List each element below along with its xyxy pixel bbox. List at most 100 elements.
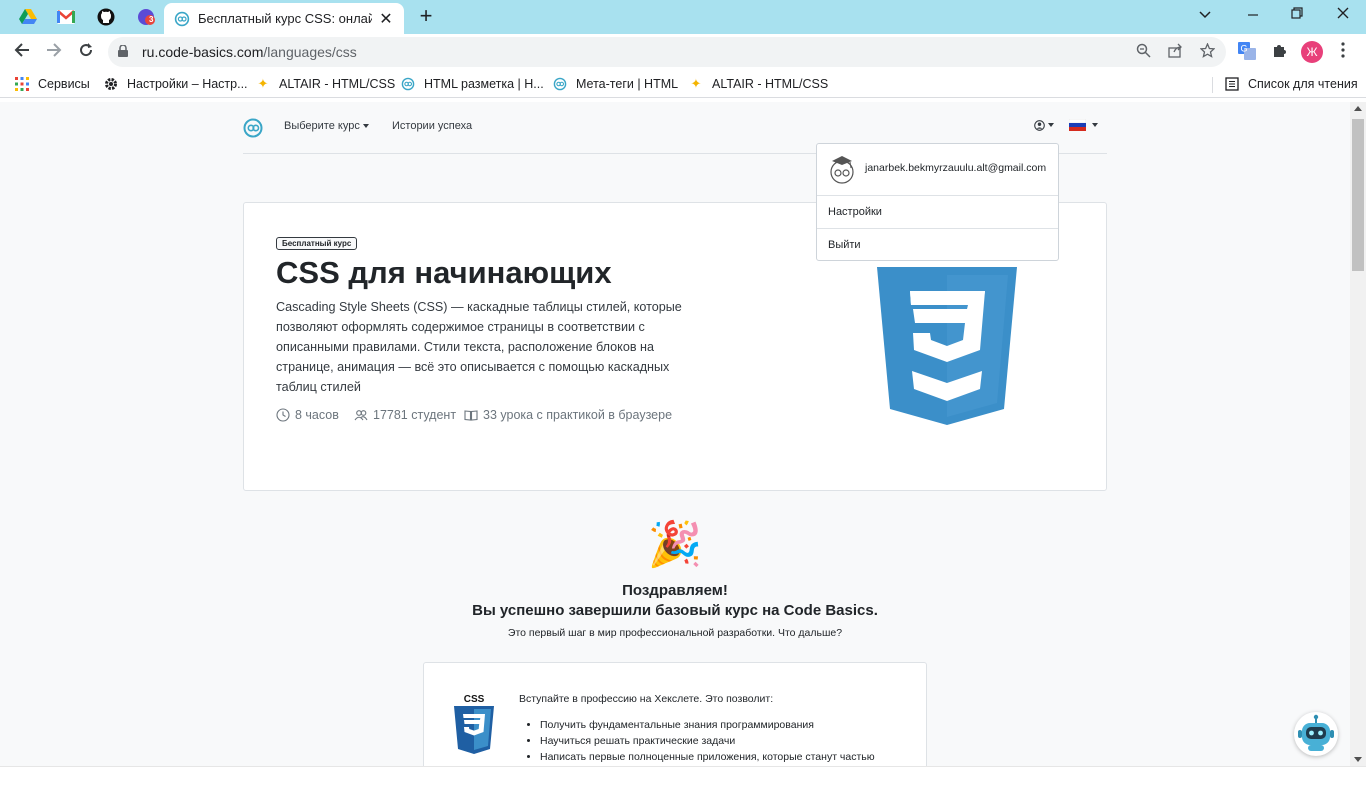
free-course-badge: Бесплатный курс xyxy=(276,237,358,250)
clock-icon xyxy=(276,408,290,422)
account-user-row: janarbek.bekmyrzauulu.alt@gmail.com xyxy=(817,144,1058,196)
course-lessons: 33 урока с практикой в браузере xyxy=(464,408,672,422)
browser-menu-icon[interactable] xyxy=(1332,42,1354,64)
congrats-title: Поздравляем! xyxy=(622,582,728,599)
book-icon xyxy=(464,408,478,422)
cta-intro-text: Вступайте в профессию на Хекслете. Это п… xyxy=(519,693,774,705)
gmail-icon xyxy=(57,10,75,24)
pinned-tab-gmail[interactable] xyxy=(52,5,80,29)
scrollbar-thumb[interactable] xyxy=(1352,119,1364,271)
bookmark-label: ALTAIR - HTML/CSS xyxy=(279,77,396,91)
list-item: Написать первые полноценные приложения, … xyxy=(540,751,875,766)
bookmark-label: Сервисы xyxy=(38,77,90,91)
lock-icon xyxy=(118,45,128,57)
reading-list-label: Список для чтения xyxy=(1248,77,1358,91)
tab-strip: 3 Бесплатный курс CSS: онлайн обучение ✕… xyxy=(0,0,1366,34)
url-text: ru.code-basics.com/languages/css xyxy=(142,44,357,60)
active-tab[interactable]: Бесплатный курс CSS: онлайн обучение ✕ xyxy=(164,3,404,34)
google-translate-icon[interactable]: G xyxy=(1236,42,1258,64)
user-circle-icon xyxy=(1034,119,1045,131)
minimize-icon[interactable] xyxy=(1238,4,1268,26)
choose-course-dropdown[interactable]: Выберите курс xyxy=(284,120,369,132)
notification-count: 3 xyxy=(149,15,154,24)
apps-grid-icon xyxy=(14,76,30,92)
sparkle-icon: ✦ xyxy=(257,76,269,91)
page-viewport: Выберите курс Истории успеха Бесплатный … xyxy=(0,102,1350,766)
bookmark-services[interactable]: Сервисы xyxy=(14,75,90,93)
google-drive-icon xyxy=(19,9,37,24)
hexlet-cta-card: CSS Вступайте в профессию на Хекслете. Э… xyxy=(423,662,927,766)
russian-flag-icon xyxy=(1068,118,1087,132)
cta-benefits-list: Получить фундаментальные знания программ… xyxy=(540,719,875,766)
congrats-subtitle: Вы успешно завершили базовый курс на Cod… xyxy=(472,602,878,619)
user-avatar-icon xyxy=(830,156,854,184)
congrats-note: Это первый шаг в мир профессиональной ра… xyxy=(507,627,843,639)
menu-item-settings[interactable]: Настройки xyxy=(817,196,1058,229)
bookmarks-divider xyxy=(1212,77,1213,93)
css3-logo-icon xyxy=(877,267,1017,425)
bookmark-altair-1[interactable]: ✦ ALTAIR - HTML/CSS xyxy=(255,75,396,93)
chat-bot-button[interactable] xyxy=(1294,712,1338,756)
tab-search-icon[interactable] xyxy=(1190,4,1220,26)
course-description: Cascading Style Sheets (CSS) — каскадные… xyxy=(276,300,682,394)
chevron-down-icon xyxy=(362,124,369,129)
gear-icon xyxy=(103,76,119,92)
duration-text: 8 часов xyxy=(295,408,339,422)
code-basics-favicon-icon xyxy=(174,11,190,26)
cta-logo-text: CSS xyxy=(464,694,485,705)
language-switcher[interactable] xyxy=(1068,118,1098,132)
url-host: ru.code-basics.com xyxy=(142,44,264,60)
url-path: /languages/css xyxy=(263,44,357,60)
code-basics-icon xyxy=(400,76,416,92)
account-email: janarbek.bekmyrzauulu.alt@gmail.com xyxy=(865,162,1047,174)
code-basics-icon xyxy=(552,76,568,92)
menu-item-logout[interactable]: Выйти xyxy=(817,229,1058,262)
bookmark-label: Настройки – Настр... xyxy=(127,77,248,91)
zoom-icon[interactable] xyxy=(1134,43,1152,61)
chevron-down-icon xyxy=(1092,123,1098,128)
pinned-tab-extension[interactable]: 3 xyxy=(132,5,160,29)
success-stories-link[interactable]: Истории успеха xyxy=(392,120,472,132)
bookmark-meta-tags[interactable]: Мета-теги | HTML xyxy=(552,75,678,93)
course-students: 17781 студент xyxy=(354,408,456,422)
sparkle-icon: ✦ xyxy=(690,76,702,91)
bookmark-html-markup[interactable]: HTML разметка | Н... xyxy=(400,75,544,93)
extensions-puzzle-icon[interactable] xyxy=(1269,42,1291,64)
css3-badge-icon: CSS xyxy=(454,694,494,754)
new-tab-button[interactable]: + xyxy=(414,5,438,28)
scroll-up-icon[interactable] xyxy=(1354,106,1362,111)
browser-toolbar: ru.code-basics.com/languages/css G Ж xyxy=(0,34,1366,70)
course-duration: 8 часов xyxy=(276,408,339,422)
bookmark-star-icon[interactable] xyxy=(1198,42,1216,61)
back-icon[interactable] xyxy=(9,40,35,64)
account-menu-toggle[interactable] xyxy=(1034,119,1054,131)
share-icon[interactable] xyxy=(1166,43,1184,61)
github-icon xyxy=(97,8,115,26)
pinned-tab-google-drive[interactable] xyxy=(14,5,42,29)
close-window-icon[interactable] xyxy=(1328,4,1358,26)
restore-icon[interactable] xyxy=(1282,4,1312,26)
code-basics-logo-icon[interactable] xyxy=(243,118,263,138)
address-bar[interactable]: ru.code-basics.com/languages/css xyxy=(108,37,1226,67)
reload-icon[interactable] xyxy=(73,40,99,64)
students-text: 17781 студент xyxy=(373,408,457,422)
page-scrollbar[interactable] xyxy=(1350,102,1366,766)
bookmark-settings[interactable]: Настройки – Настр... xyxy=(103,75,248,93)
bookmark-label: HTML разметка | Н... xyxy=(424,77,544,91)
window-bottom-area xyxy=(0,766,1366,809)
forward-icon[interactable] xyxy=(41,40,67,64)
scroll-down-icon[interactable] xyxy=(1354,757,1362,762)
course-title: CSS для начинающих xyxy=(276,255,612,290)
tab-title: Бесплатный курс CSS: онлайн обучение xyxy=(198,11,372,26)
party-popper-icon: 🎉 xyxy=(647,520,703,569)
choose-course-label: Выберите курс xyxy=(284,120,360,132)
account-dropdown-menu: janarbek.bekmyrzauulu.alt@gmail.com Наст… xyxy=(816,143,1059,261)
pinned-tab-github[interactable] xyxy=(92,5,120,29)
tab-close-icon[interactable]: ✕ xyxy=(378,9,394,29)
reading-list-button[interactable]: Список для чтения xyxy=(1224,75,1358,93)
bookmark-label: ALTAIR - HTML/CSS xyxy=(712,77,829,91)
bookmark-altair-2[interactable]: ✦ ALTAIR - HTML/CSS xyxy=(688,75,829,93)
lessons-text: 33 урока с практикой в браузере xyxy=(483,408,673,422)
profile-avatar[interactable]: Ж xyxy=(1301,41,1323,63)
list-item: Получить фундаментальные знания программ… xyxy=(540,719,875,735)
